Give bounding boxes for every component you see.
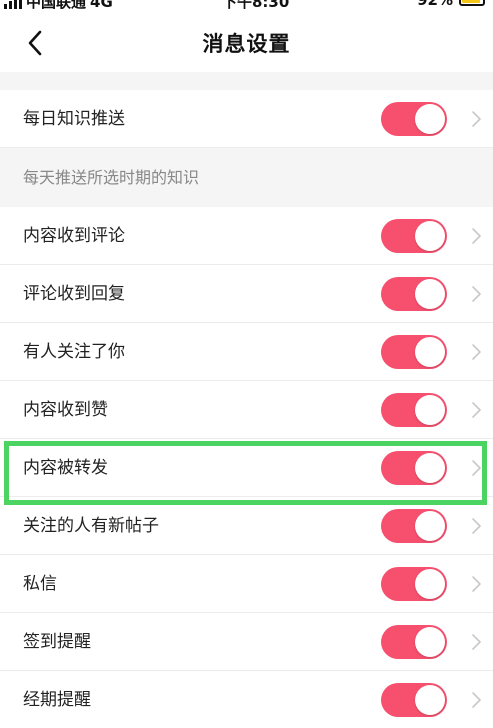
chevron-right-icon (472, 576, 481, 592)
section-description: 每天推送所选时期的知识 (0, 148, 493, 207)
section-spacer (0, 72, 493, 90)
toggle-switch[interactable] (381, 509, 447, 543)
toggle-switch[interactable] (381, 451, 447, 485)
setting-label: 内容被转发 (23, 458, 108, 478)
battery-percent: 92% (417, 0, 453, 9)
chevron-right-icon (472, 634, 481, 650)
description-text: 每天推送所选时期的知识 (23, 168, 200, 187)
settings-row[interactable]: 内容收到评论 (0, 207, 493, 265)
toggle-knob (415, 511, 445, 541)
chevron-right-icon (472, 111, 481, 127)
status-left: 中国联通 4G (4, 0, 113, 12)
toggle-knob (415, 569, 445, 599)
page-title: 消息设置 (202, 32, 291, 56)
setting-label: 关注的人有新帖子 (23, 516, 159, 536)
status-time: 下午8:30 (222, 0, 290, 11)
settings-row[interactable]: 私信 (0, 555, 493, 613)
setting-label: 经期提醒 (23, 690, 91, 710)
chevron-right-icon (472, 228, 481, 244)
setting-label: 有人关注了你 (23, 342, 125, 362)
toggle-knob (415, 279, 445, 309)
setting-label: 内容收到评论 (23, 226, 125, 246)
toggle-switch[interactable] (381, 393, 447, 427)
setting-label: 私信 (23, 574, 57, 594)
settings-row[interactable]: 经期提醒 (0, 671, 493, 728)
toggle-switch[interactable] (381, 335, 447, 369)
toggle-knob (415, 221, 445, 251)
chevron-right-icon (472, 460, 481, 476)
toggle-switch[interactable] (381, 219, 447, 253)
toggle-knob (415, 627, 445, 657)
status-bar: 中国联通 4G 下午8:30 92% (0, 0, 493, 14)
setting-label: 签到提醒 (23, 632, 91, 652)
message-settings-screen: 中国联通 4G 下午8:30 92% 消息设置 每日知识推送 每天推送所选时期的… (0, 0, 493, 728)
chevron-right-icon (472, 518, 481, 534)
toggle-switch[interactable] (381, 625, 447, 659)
settings-row[interactable]: 内容被转发 (0, 439, 493, 497)
settings-row[interactable]: 评论收到回复 (0, 265, 493, 323)
toggle-knob (415, 685, 445, 715)
status-right: 92% (417, 0, 485, 9)
settings-row[interactable]: 签到提醒 (0, 613, 493, 671)
settings-row[interactable]: 每日知识推送 (0, 90, 493, 148)
battery-icon (459, 0, 485, 6)
settings-row[interactable]: 关注的人有新帖子 (0, 497, 493, 555)
chevron-right-icon (472, 692, 481, 708)
toggle-switch[interactable] (381, 102, 447, 136)
settings-row[interactable]: 内容收到赞 (0, 381, 493, 439)
chevron-right-icon (472, 286, 481, 302)
setting-label: 每日知识推送 (23, 109, 125, 129)
toggle-switch[interactable] (381, 567, 447, 601)
chevron-right-icon (472, 344, 481, 360)
toggle-knob (415, 104, 445, 134)
toggle-switch[interactable] (381, 683, 447, 717)
setting-label: 内容收到赞 (23, 400, 108, 420)
navigation-bar: 消息设置 (0, 14, 493, 72)
network-type: 4G (90, 0, 113, 11)
toggle-knob (415, 395, 445, 425)
setting-label: 评论收到回复 (23, 284, 125, 304)
settings-list: 每日知识推送 每天推送所选时期的知识 内容收到评论 评论收到回复 有人关注了你 内容收… (0, 90, 493, 728)
toggle-knob (415, 453, 445, 483)
carrier-name: 中国联通 (26, 0, 87, 11)
toggle-switch[interactable] (381, 277, 447, 311)
chevron-right-icon (472, 402, 481, 418)
toggle-knob (415, 337, 445, 367)
signal-icon (4, 0, 22, 9)
settings-row[interactable]: 有人关注了你 (0, 323, 493, 381)
